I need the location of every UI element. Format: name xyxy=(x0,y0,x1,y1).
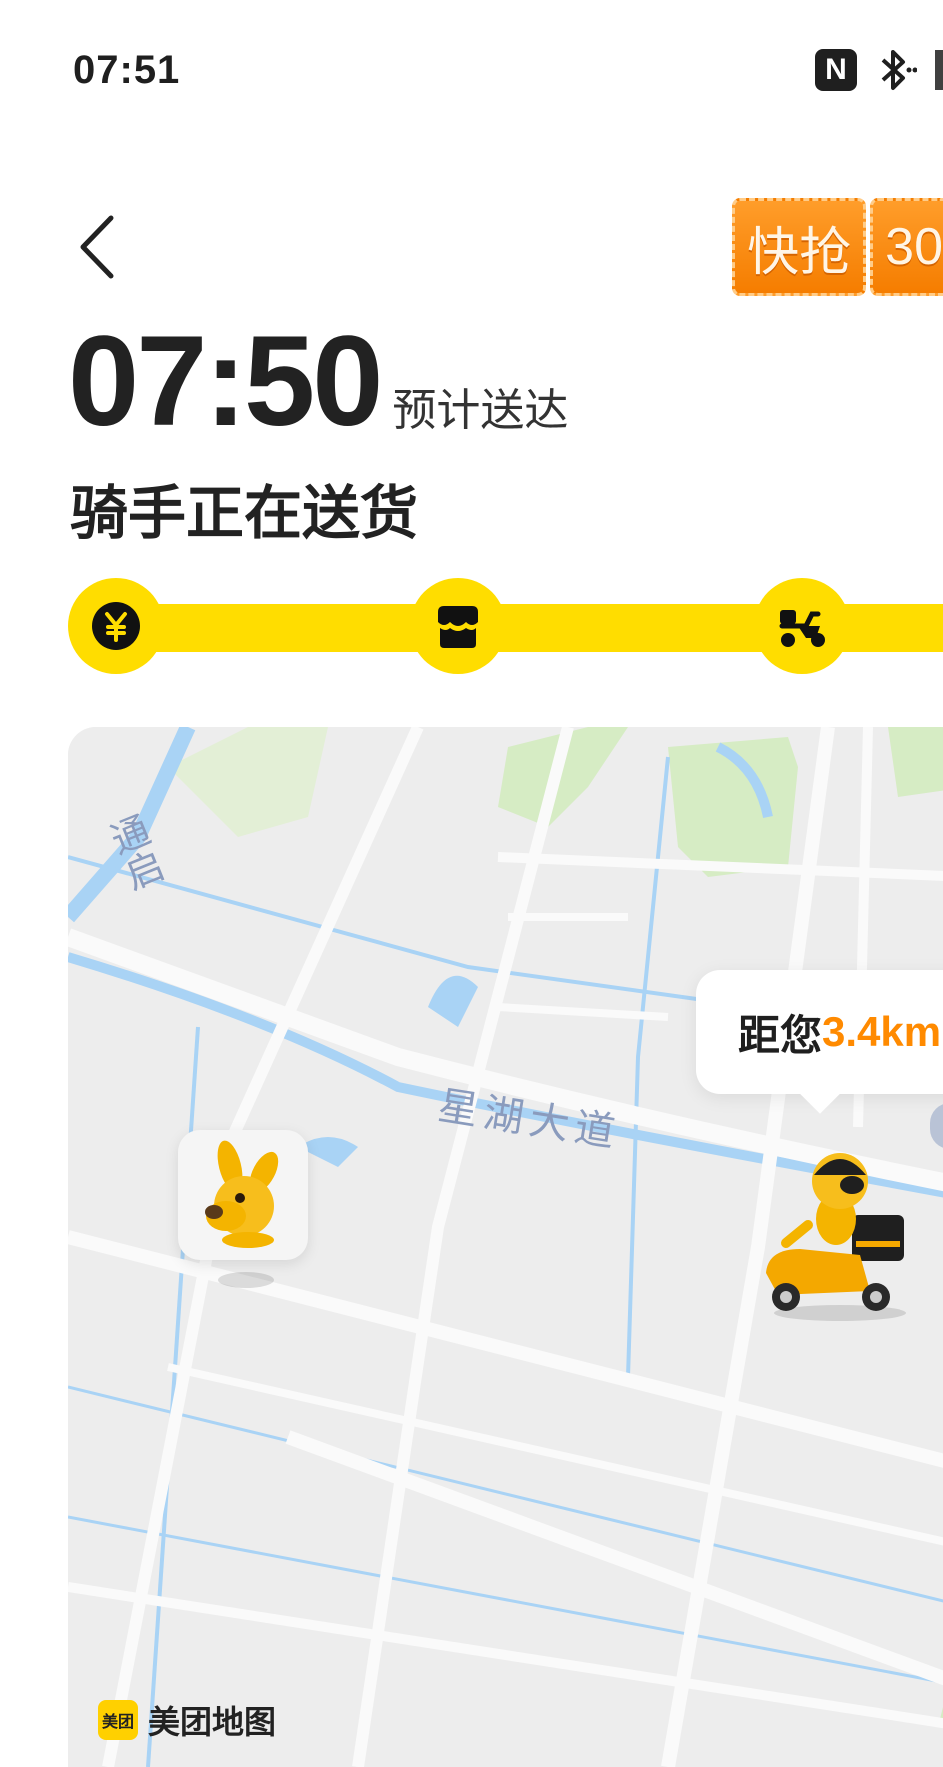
promo-amount: 30 xyxy=(870,198,943,296)
status-time: 07:51 xyxy=(73,48,181,92)
delivery-rider-icon xyxy=(766,1153,906,1321)
order-status-title: 骑手正在送货 xyxy=(70,481,419,546)
eta-label: 预计送达 xyxy=(392,386,569,435)
nfc-icon: N xyxy=(815,49,857,91)
distance-bubble: 距您 3.4km xyxy=(696,970,943,1114)
distance-value: 3.4km xyxy=(822,1008,942,1055)
rider-location-marker[interactable] xyxy=(748,1145,928,1325)
progress-step-paid xyxy=(68,578,164,674)
progress-step-delivering xyxy=(754,578,850,674)
eta-time: 07:50 xyxy=(68,310,383,453)
status-icons: N xyxy=(815,48,943,92)
delivery-progress xyxy=(68,578,943,678)
user-location-marker[interactable] xyxy=(178,1130,308,1260)
back-button[interactable] xyxy=(72,212,122,282)
meituan-logo-icon: 美团 xyxy=(98,1700,138,1740)
map-provider-logo: 美团 美团地图 xyxy=(98,1697,276,1743)
promo-label: 快抢 xyxy=(732,198,867,296)
kangaroo-mascot-icon xyxy=(205,1140,279,1248)
bluetooth-icon xyxy=(881,50,917,90)
eta-row: 07:50 预计送达 xyxy=(68,318,568,446)
user-marker-shadow xyxy=(218,1272,274,1288)
distance-prefix: 距您 xyxy=(738,1011,823,1059)
yuan-coin-icon xyxy=(92,602,140,650)
delivery-map[interactable]: 通启 星湖大道 距您 3.4km 美团 美团地图 xyxy=(68,727,943,1767)
status-bar: 07:51 N xyxy=(0,0,943,150)
scooter-icon xyxy=(779,610,825,647)
progress-step-store xyxy=(410,578,506,674)
chevron-left-icon xyxy=(80,215,114,279)
store-icon xyxy=(438,606,478,648)
signal-icon xyxy=(935,50,943,90)
promo-badge[interactable]: 快抢 30 xyxy=(732,198,943,296)
map-logo-text: 美团地图 xyxy=(148,1704,277,1740)
